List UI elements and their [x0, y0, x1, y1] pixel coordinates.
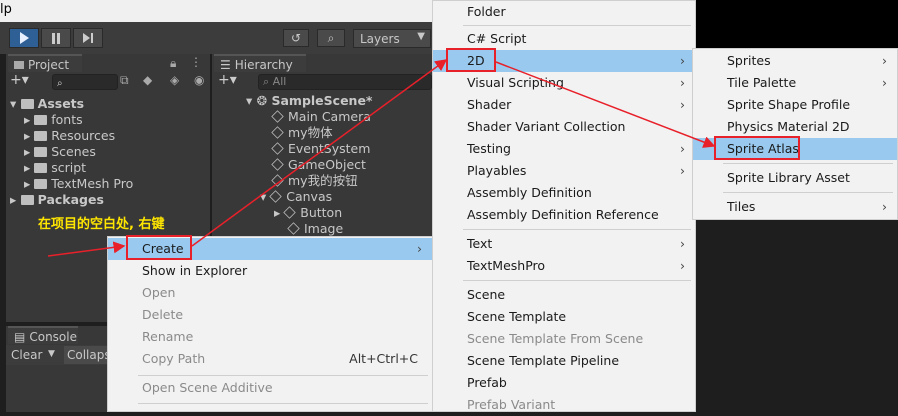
arrow-to-2d	[191, 59, 448, 247]
arrow-to-sprite-atlas	[495, 61, 716, 148]
annotation-arrows	[47, 59, 716, 257]
arrow-to-create	[47, 241, 126, 257]
